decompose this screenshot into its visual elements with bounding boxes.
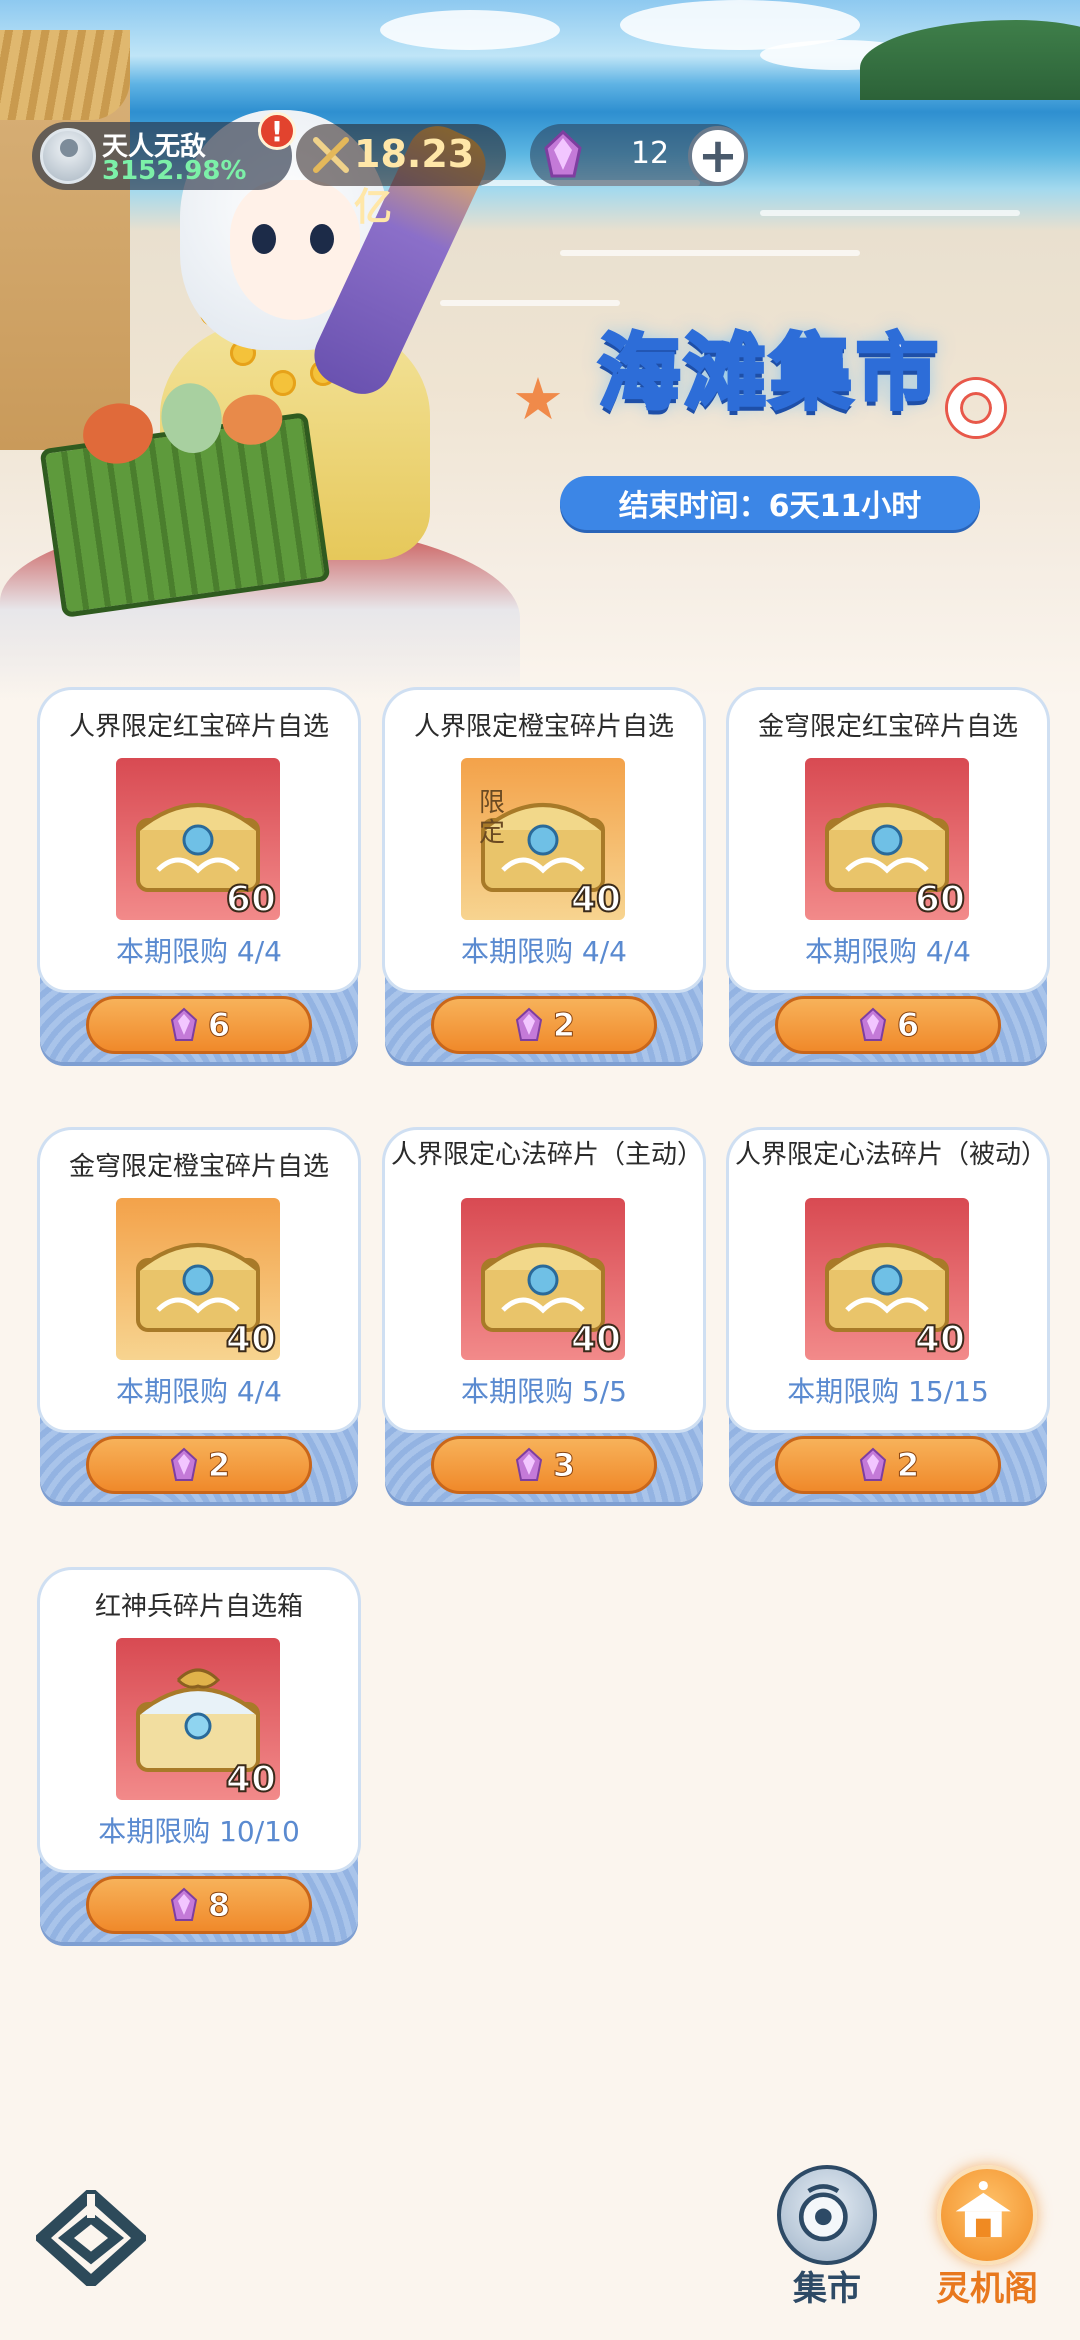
hut-roof [0, 30, 130, 120]
pavilion-icon [937, 2165, 1037, 2265]
flower-lei [270, 370, 296, 396]
crystal-gem-icon [544, 130, 582, 178]
starfish-icon: ★ [512, 365, 564, 433]
crystal-gem-icon [859, 1007, 886, 1041]
item-card[interactable]: 人界限定橙宝碎片自选 限定 40 本期限购 4/4 2 [385, 690, 703, 1062]
item-quantity: 60 [225, 878, 277, 920]
item-icon-frame: 60 [805, 758, 969, 920]
item-card[interactable]: 人界限定红宝碎片自选 60 本期限购 4/4 6 [40, 690, 358, 1062]
game-logo-icon[interactable] [36, 2190, 146, 2286]
cloud [380, 10, 560, 50]
limited-tag: 限定 [479, 788, 506, 848]
item-quantity: 40 [914, 1318, 966, 1360]
purchase-limit: 本期限购 4/4 [461, 935, 627, 968]
item-card[interactable]: 人界限定心法碎片（主动） 40 本期限购 5/5 3 [385, 1130, 703, 1502]
purchase-limit: 本期限购 4/4 [116, 1375, 282, 1408]
pouch-shape [798, 2184, 848, 2242]
event-timer: 结束时间：6天11小时 [560, 476, 980, 530]
card-face: 金穹限定红宝碎片自选 60 本期限购 4/4 [729, 690, 1047, 990]
item-icon-frame: 40 [116, 1198, 280, 1360]
nav-lingji-label: 灵机阁 [936, 2269, 1038, 2309]
event-title: 海滩集市 [596, 324, 942, 423]
crystal-gem-icon [515, 1447, 542, 1481]
wave [560, 250, 860, 256]
price-value: 2 [896, 1446, 920, 1485]
item-icon-frame: 40 [805, 1198, 969, 1360]
alert-badge-icon[interactable]: ! [258, 112, 296, 150]
combat-power-value: 18.23亿 [354, 132, 475, 229]
gem-count: 12 [630, 136, 670, 171]
item-card[interactable]: 金穹限定红宝碎片自选 60 本期限购 4/4 6 [729, 690, 1047, 1062]
crystal-gem-icon [170, 1007, 197, 1041]
item-card[interactable]: 金穹限定橙宝碎片自选 40 本期限购 4/4 2 [40, 1130, 358, 1502]
card-face: 人界限定橙宝碎片自选 限定 40 本期限购 4/4 [385, 690, 703, 990]
wave [760, 210, 1020, 216]
buy-button[interactable]: 6 [86, 996, 312, 1054]
purchase-limit: 本期限购 5/5 [461, 1375, 627, 1408]
card-face: 红神兵碎片自选箱 40 本期限购 10/10 [40, 1570, 358, 1870]
purchase-limit: 本期限购 10/10 [98, 1815, 300, 1848]
item-name: 人界限定心法碎片（主动） [391, 1140, 704, 1170]
nav-market-label: 集市 [793, 2269, 861, 2309]
purchase-limit: 本期限购 4/4 [805, 935, 971, 968]
item-name: 人界限定橙宝碎片自选 [413, 712, 674, 742]
purchase-limit: 本期限购 4/4 [116, 935, 282, 968]
item-quantity: 40 [570, 1318, 622, 1360]
item-icon-frame: 40 [116, 1638, 280, 1800]
card-face: 人界限定心法碎片（被动） 40 本期限购 15/15 [729, 1130, 1047, 1430]
item-name: 人界限定心法碎片（被动） [735, 1140, 1048, 1170]
nav-market[interactable]: 集市 [772, 2165, 882, 2315]
price-value: 6 [207, 1006, 231, 1045]
crystal-gem-icon [170, 1887, 197, 1921]
eye [252, 224, 276, 254]
pavilion-shape [955, 2180, 1011, 2238]
item-quantity: 40 [225, 1758, 277, 1800]
rank-avatar-icon [40, 128, 96, 184]
price-value: 2 [207, 1446, 231, 1485]
item-quantity: 40 [570, 878, 622, 920]
buy-button[interactable]: 2 [431, 996, 657, 1054]
item-card[interactable]: 人界限定心法碎片（被动） 40 本期限购 15/15 2 [729, 1130, 1047, 1502]
market-pouch-icon [777, 2165, 877, 2265]
item-name: 人界限定红宝碎片自选 [68, 712, 329, 742]
add-currency-button[interactable]: + [688, 126, 748, 186]
crystal-gem-icon [515, 1007, 542, 1041]
rank-percent: 3152.98% [102, 156, 247, 186]
purchase-limit: 本期限购 15/15 [787, 1375, 989, 1408]
price-value: 6 [896, 1006, 920, 1045]
card-face: 金穹限定橙宝碎片自选 40 本期限购 4/4 [40, 1130, 358, 1430]
item-icon-frame: 60 [116, 758, 280, 920]
item-quantity: 40 [225, 1318, 277, 1360]
nav-lingji-pavilion[interactable]: 灵机阁 [932, 2165, 1042, 2315]
crystal-gem-icon [859, 1447, 886, 1481]
crystal-gem-icon [170, 1447, 197, 1481]
buy-button[interactable]: 8 [86, 1876, 312, 1934]
buy-button[interactable]: 6 [775, 996, 1001, 1054]
lifebuoy-icon [948, 380, 1004, 436]
buy-button[interactable]: 3 [431, 1436, 657, 1494]
event-banner: 海滩集市 ★ 结束时间：6天11小时 [0, 0, 1080, 700]
island [860, 20, 1080, 100]
buy-button[interactable]: 2 [86, 1436, 312, 1494]
item-icon-frame: 限定 40 [461, 758, 625, 920]
item-name: 红神兵碎片自选箱 [94, 1592, 303, 1622]
beach-hut [0, 30, 130, 450]
crossed-swords-icon [313, 137, 349, 173]
combat-power-panel: 18.23亿 [296, 124, 506, 229]
price-value: 3 [552, 1446, 576, 1485]
card-face: 人界限定红宝碎片自选 60 本期限购 4/4 [40, 690, 358, 990]
item-icon-frame: 40 [461, 1198, 625, 1360]
buy-button[interactable]: 2 [775, 1436, 1001, 1494]
price-value: 2 [552, 1006, 576, 1045]
item-quantity: 60 [914, 878, 966, 920]
eye [310, 224, 334, 254]
player-rank-panel[interactable]: 天人无敌 3152.98% [32, 122, 292, 190]
card-face: 人界限定心法碎片（主动） 40 本期限购 5/5 [385, 1130, 703, 1430]
price-value: 8 [207, 1886, 231, 1925]
item-name: 金穹限定红宝碎片自选 [757, 712, 1018, 742]
item-name: 金穹限定橙宝碎片自选 [68, 1152, 329, 1182]
item-card[interactable]: 红神兵碎片自选箱 40 本期限购 10/10 8 [40, 1570, 358, 1942]
